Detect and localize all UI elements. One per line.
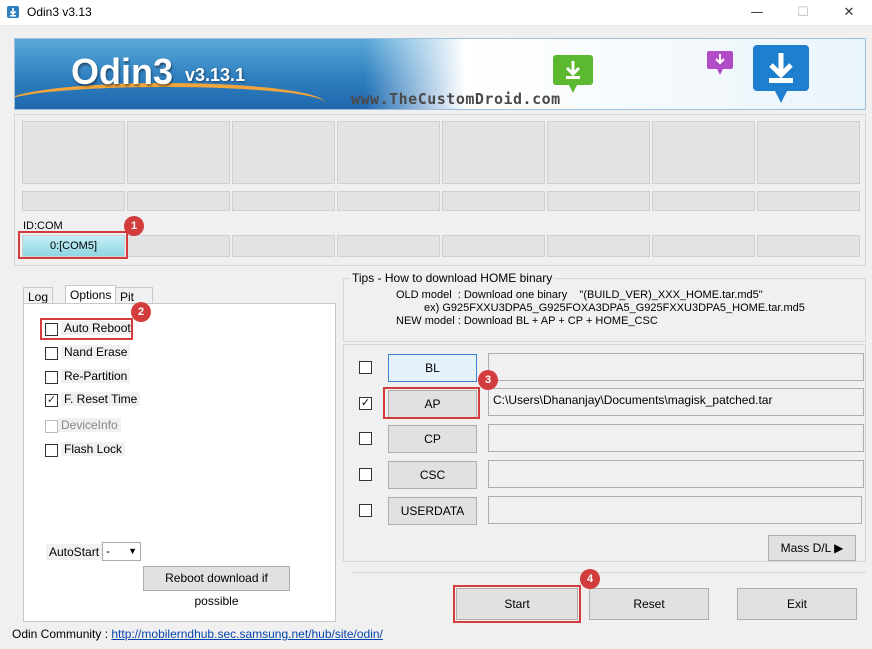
tips-line-old-model: OLD model : Download one binary "(BUILD_… [396,289,763,301]
csc-checkbox[interactable] [359,468,372,481]
com-port-slot [442,235,545,257]
exit-button[interactable]: Exit [737,588,857,620]
device-slot-progress [757,121,860,184]
window-title: Odin3 v3.13 [27,5,92,19]
userdata-checkbox[interactable] [359,504,372,517]
device-slot-progress [232,121,335,184]
callout-badge-4: 4 [580,569,600,589]
callout-highlight-ap [383,387,480,419]
nand-erase-label: Nand Erase [61,345,131,359]
com-port-slot [547,235,650,257]
title-bar: Odin3 v3.13 — ☐ ✕ [0,0,872,26]
f-reset-time-checkbox[interactable]: ✓ [45,394,58,407]
odin-banner: Odin3 v3.13.1 www.TheCustomDroid.com [14,38,866,110]
tab-options[interactable]: Options [65,285,117,304]
bl-checkbox[interactable] [359,361,372,374]
reset-button[interactable]: Reset [589,588,709,620]
device-slot-status [442,191,545,211]
device-info-checkbox [45,420,58,433]
f-reset-time-label: F. Reset Time [61,392,141,406]
minimize-button[interactable]: — [734,0,780,26]
community-link[interactable]: http://mobilerndhub.sec.samsung.net/hub/… [111,627,383,641]
com-port-slot [232,235,335,257]
ap-path-field[interactable]: C:\Users\Dhananjay\Documents\magisk_patc… [488,388,864,416]
device-slot-progress [337,121,440,184]
device-slot-progress [442,121,545,184]
ap-checkbox[interactable]: ✓ [359,397,372,410]
autostart-value: - [106,544,110,558]
bl-button[interactable]: BL [388,354,477,382]
com-port-slot [337,235,440,257]
device-slot-progress [547,121,650,184]
device-info-label: DeviceInfo [58,418,121,432]
bl-path-field[interactable] [488,353,864,381]
callout-highlight-com [18,231,128,259]
flash-lock-label: Flash Lock [61,442,126,456]
autostart-select[interactable]: - ▼ [102,542,141,561]
cp-button[interactable]: CP [388,425,477,453]
mass-dl-button[interactable]: Mass D/L ▶ [768,535,856,561]
nand-erase-checkbox[interactable] [45,347,58,360]
tips-title: Tips - How to download HOME binary [350,271,555,285]
device-slot-status [652,191,755,211]
device-slot-status [337,191,440,211]
device-slot-progress [22,121,125,184]
callout-highlight-auto-reboot [40,318,133,340]
userdata-button[interactable]: USERDATA [388,497,477,525]
reboot-download-button[interactable]: Reboot download if possible [143,566,290,608]
community-footer: Odin Community : http://mobilerndhub.sec… [12,627,383,641]
callout-badge-3: 3 [478,370,498,390]
community-label: Odin Community : [12,627,112,641]
download-green-icon [553,55,593,93]
autostart-label: AutoStart [46,544,103,560]
device-slot-status [757,191,860,211]
device-slot-status [127,191,230,211]
device-slot-status [232,191,335,211]
device-slot-progress [652,121,755,184]
odin-app-icon [7,6,19,18]
download-blue-icon [753,45,809,103]
banner-logo: Odin3 [71,51,174,92]
device-slot-progress [127,121,230,184]
userdata-path-field[interactable] [488,496,862,524]
banner-version: v3.13.1 [185,65,246,85]
cp-checkbox[interactable] [359,432,372,445]
maximize-button[interactable]: ☐ [780,0,826,26]
download-purple-icon [707,51,733,75]
tips-line-example: ex) G925FXXU3DPA5_G925FOXA3DPA5_G925FXXU… [424,302,805,314]
com-port-slot [652,235,755,257]
chevron-down-icon: ▼ [128,546,137,556]
callout-badge-2: 2 [131,302,151,322]
close-button[interactable]: ✕ [826,0,872,26]
callout-badge-1: 1 [124,216,144,236]
com-port-slot [127,235,230,257]
csc-path-field[interactable] [488,460,864,488]
flash-lock-checkbox[interactable] [45,444,58,457]
com-port-slot [757,235,860,257]
tips-line-new-model: NEW model : Download BL + AP + CP + HOME… [396,315,658,327]
device-slot-status [22,191,125,211]
csc-button[interactable]: CSC [388,461,477,489]
re-partition-label: Re-Partition [61,369,131,383]
banner-watermark: www.TheCustomDroid.com [351,90,561,108]
cp-path-field[interactable] [488,424,864,452]
callout-highlight-start [453,585,581,623]
re-partition-checkbox[interactable] [45,371,58,384]
device-slot-status [547,191,650,211]
